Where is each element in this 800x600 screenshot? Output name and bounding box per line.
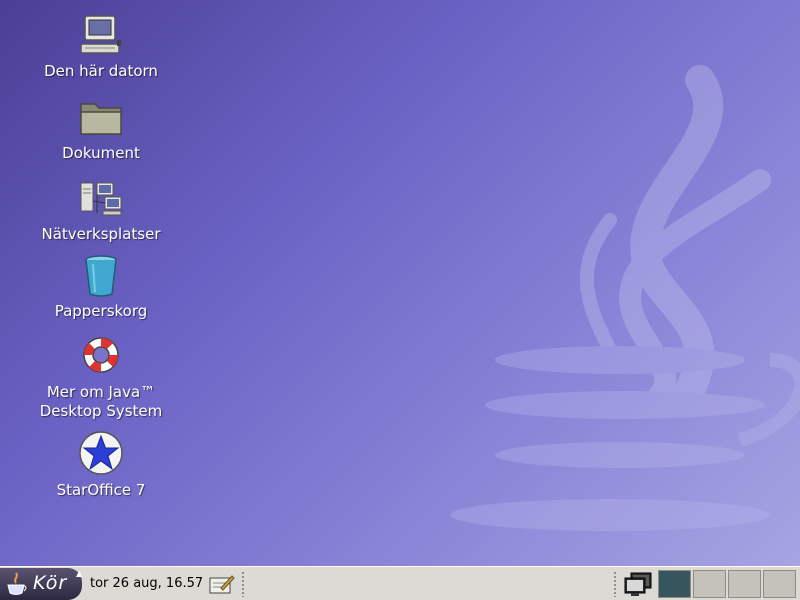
note-pen-icon[interactable] <box>207 572 235 596</box>
panel-drag-handle[interactable] <box>241 571 245 597</box>
show-desktop-icon[interactable] <box>622 570 654 598</box>
desktop-icon-trash[interactable]: Papperskorg <box>26 252 176 321</box>
desktop: Den här datorn Dokument Nätverksplatser <box>0 0 800 566</box>
desktop-icon-more-about-java[interactable]: Mer om Java™ Desktop System <box>26 333 176 421</box>
desktop-icon-documents[interactable]: Dokument <box>26 94 176 163</box>
desktop-icon-my-computer[interactable]: Den här datorn <box>26 12 176 81</box>
menu-arrow-icon: ▲ <box>76 569 83 578</box>
panel-drag-handle[interactable] <box>613 571 617 597</box>
clock[interactable]: tor 26 aug, 16.57 <box>90 576 203 591</box>
java-cup-icon <box>7 572 27 595</box>
folder-icon <box>80 103 122 135</box>
computer-icon <box>80 15 121 54</box>
lifebuoy-icon <box>83 337 119 373</box>
staroffice-icon <box>79 431 123 475</box>
workspace-2[interactable] <box>693 570 726 598</box>
workspace-4[interactable] <box>763 570 796 598</box>
desktop-icon-label: Mer om Java™ Desktop System <box>39 383 163 420</box>
network-places-icon <box>80 182 122 216</box>
desktop-icon-staroffice[interactable]: StarOffice 7 <box>26 431 176 500</box>
workspace-3[interactable] <box>728 570 761 598</box>
run-menu-label: Kör <box>33 572 68 594</box>
desktop-icon-label: Dokument <box>62 144 140 162</box>
java-logo-watermark <box>450 65 800 531</box>
desktop-icon-label: Nätverksplatser <box>41 225 161 243</box>
run-menu-button[interactable]: Kör ▲ <box>0 568 82 600</box>
desktop-icon-label: Papperskorg <box>54 302 148 320</box>
desktop-icon-label: StarOffice 7 <box>56 481 146 499</box>
desktop-icon-label: Den här datorn <box>44 62 158 80</box>
trash-icon <box>85 255 117 297</box>
taskbar: Kör ▲ tor 26 aug, 16.57 <box>0 566 800 600</box>
workspace-1[interactable] <box>658 570 691 598</box>
desktop-icon-network-places[interactable]: Nätverksplatser <box>26 175 176 244</box>
